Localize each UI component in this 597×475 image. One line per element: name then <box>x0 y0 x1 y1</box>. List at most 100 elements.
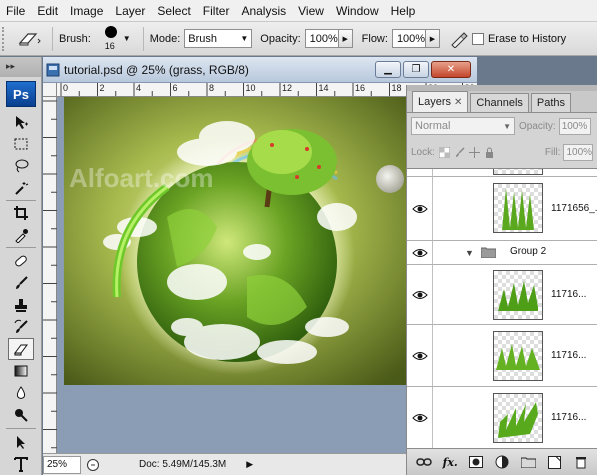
toolbox: ▸▸ Ps <box>0 57 42 475</box>
status-arrow-icon[interactable]: ▶ <box>246 459 253 470</box>
move-tool[interactable] <box>8 111 34 133</box>
toolbox-separator <box>6 247 36 248</box>
adjustment-layer-button[interactable] <box>494 454 510 470</box>
brush-tool[interactable] <box>8 272 34 294</box>
airbrush-button[interactable] <box>446 28 472 50</box>
menu-image[interactable]: Image <box>64 0 109 22</box>
history-brush-tool[interactable] <box>8 316 34 338</box>
layer-opacity-input[interactable]: 100% <box>558 117 591 135</box>
toolbox-header[interactable]: ▸▸ <box>0 57 41 77</box>
document-titlebar[interactable]: tutorial.psd @ 25% (grass, RGB/8) ▁ ❐ ✕ <box>43 57 477 83</box>
options-grip[interactable] <box>2 26 8 51</box>
flow-label: Flow: <box>361 32 388 45</box>
layers-panel: Layers ✕ Channels Paths Normal ▼ Opacity… <box>406 85 597 475</box>
tab-paths[interactable]: Paths <box>530 93 572 112</box>
eye-icon[interactable] <box>412 203 428 215</box>
tool-preset-picker[interactable] <box>12 26 46 52</box>
opacity-input[interactable]: 100% <box>304 29 339 48</box>
menu-layer[interactable]: Layer <box>109 0 151 22</box>
brush-picker[interactable]: 16 <box>95 24 127 54</box>
lock-label: Lock: <box>411 146 435 158</box>
grass-thumbnail-art <box>498 402 538 438</box>
eye-column-divider <box>432 241 433 264</box>
eraser-tool[interactable] <box>8 338 34 360</box>
menu-help[interactable]: Help <box>385 0 422 22</box>
flow-slider-button[interactable]: ▶ <box>425 29 440 48</box>
type-tool-icon <box>14 457 28 472</box>
lock-all-button[interactable] <box>484 146 495 159</box>
opacity-slider-button[interactable]: ▶ <box>338 29 353 48</box>
eye-icon[interactable] <box>412 412 428 424</box>
lasso-tool[interactable] <box>8 155 34 177</box>
tab-channels[interactable]: Channels <box>470 93 529 112</box>
lock-transparent-button[interactable] <box>438 146 450 159</box>
ps-logo[interactable]: Ps <box>6 81 36 107</box>
layer-style-button[interactable]: fx. <box>442 454 458 470</box>
link-layers-button[interactable] <box>416 454 432 470</box>
marquee-tool[interactable] <box>8 133 34 155</box>
gradient-tool[interactable] <box>8 360 34 382</box>
eye-icon[interactable] <box>412 350 428 362</box>
layer-group-row[interactable]: ▼ Group 2 <box>407 241 597 265</box>
eye-column-divider <box>432 387 433 448</box>
add-mask-button[interactable] <box>468 454 484 470</box>
menu-filter[interactable]: Filter <box>197 0 236 22</box>
group-expand-icon[interactable]: ▼ <box>465 248 474 258</box>
magic-wand-icon <box>15 182 29 195</box>
eye-column-divider <box>432 325 433 386</box>
lock-image-button[interactable] <box>454 146 465 159</box>
blend-row: Normal ▼ Opacity: 100% <box>407 113 597 139</box>
clone-stamp-icon <box>15 299 27 312</box>
new-group-button[interactable] <box>521 454 537 470</box>
menu-edit[interactable]: Edit <box>31 0 64 22</box>
minimize-icon: ▁ <box>384 64 392 75</box>
eye-icon[interactable] <box>412 289 428 301</box>
adjustment-icon <box>495 455 509 469</box>
tab-layers[interactable]: Layers ✕ <box>412 91 469 112</box>
layer-row[interactable] <box>407 169 597 177</box>
blend-mode-value: Normal <box>415 120 451 132</box>
delete-layer-button[interactable] <box>573 454 589 470</box>
mode-select[interactable]: Brush ▼ <box>184 29 253 48</box>
eye-icon[interactable] <box>412 247 428 259</box>
status-menu-button[interactable] <box>85 457 101 473</box>
minimize-button[interactable]: ▁ <box>375 61 401 78</box>
lock-position-button[interactable] <box>468 146 480 159</box>
erase-to-history-checkbox[interactable] <box>471 32 484 45</box>
close-icon[interactable]: ✕ <box>454 97 462 108</box>
blur-tool[interactable] <box>8 382 34 404</box>
tab-layers-label: Layers <box>418 96 452 108</box>
fill-label: Fill: <box>544 146 561 158</box>
eyedropper-tool[interactable] <box>8 224 34 246</box>
path-selection-tool[interactable] <box>8 431 34 453</box>
fill-input[interactable]: 100% <box>563 143 594 161</box>
clone-stamp-tool[interactable] <box>8 294 34 316</box>
close-icon: ✕ <box>446 64 456 75</box>
blend-mode-select[interactable]: Normal ▼ <box>411 117 515 135</box>
zoom-field[interactable]: 25% <box>43 455 81 474</box>
crop-tool[interactable] <box>8 202 34 224</box>
healing-brush-tool[interactable] <box>8 250 34 272</box>
menu-window[interactable]: Window <box>330 0 385 22</box>
restore-button[interactable]: ❐ <box>403 61 429 78</box>
dodge-tool[interactable] <box>8 404 34 426</box>
magic-wand-tool[interactable] <box>8 177 34 199</box>
layer-row[interactable]: 1171656_... <box>407 177 597 241</box>
status-icon <box>87 458 99 471</box>
brush-icon <box>455 146 465 157</box>
panel-tabs: Layers ✕ Channels Paths <box>407 91 597 113</box>
document-title: tutorial.psd @ 25% (grass, RGB/8) <box>64 62 249 77</box>
menu-select[interactable]: Select <box>151 0 196 22</box>
layer-row[interactable]: 11716... <box>407 325 597 387</box>
new-layer-button[interactable] <box>547 454 563 470</box>
menu-analysis[interactable]: Analysis <box>235 0 292 22</box>
layer-row[interactable]: 11716... <box>407 387 597 448</box>
menu-view[interactable]: View <box>292 0 330 22</box>
menu-file[interactable]: File <box>0 0 31 22</box>
layer-row[interactable]: 11716... <box>407 265 597 325</box>
ruler-label: 18 <box>391 83 402 93</box>
type-tool[interactable] <box>8 453 34 475</box>
vertical-ruler[interactable] <box>43 97 57 453</box>
close-button[interactable]: ✕ <box>431 61 471 78</box>
flow-input[interactable]: 100% <box>391 29 426 48</box>
